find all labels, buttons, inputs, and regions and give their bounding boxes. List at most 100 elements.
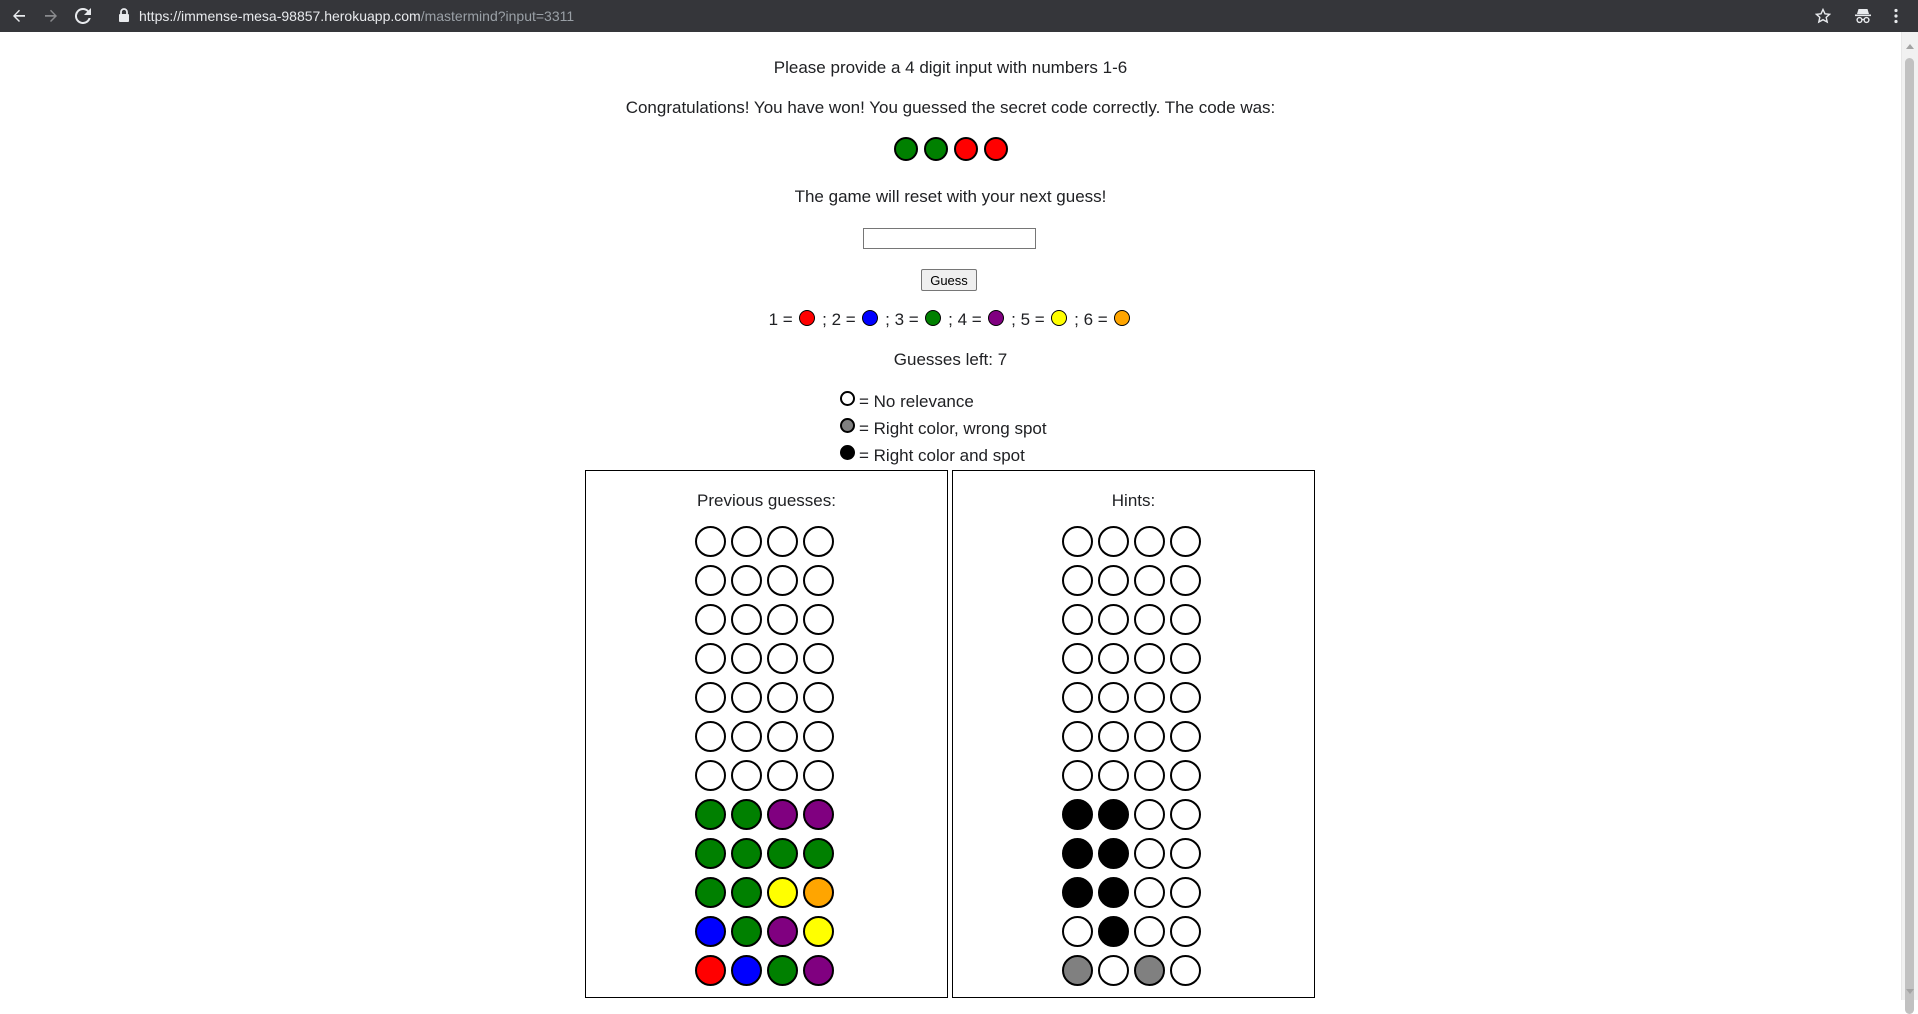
guess-row (695, 643, 839, 682)
hint-peg-white (1062, 721, 1093, 752)
hint-peg-white (1062, 565, 1093, 596)
hint-peg-white (1170, 955, 1201, 986)
hint-peg-white (1134, 799, 1165, 830)
scroll-thumb[interactable] (1905, 58, 1914, 1014)
hint-peg-white (1062, 682, 1093, 713)
code-peg-red (983, 137, 1008, 161)
guess-peg-white (695, 565, 726, 596)
hint-peg-white (1170, 565, 1201, 596)
guess-peg-white (695, 682, 726, 713)
hint-peg-white (1134, 760, 1165, 791)
hint-peg-white (1098, 565, 1129, 596)
guess-button[interactable]: Guess (921, 269, 977, 291)
guess-peg-white (731, 682, 762, 713)
hint-row (1062, 838, 1206, 877)
hint-row (1062, 565, 1206, 604)
hints-title: Hints: (1111, 491, 1156, 510)
guess-peg-green (803, 838, 834, 869)
menu-icon[interactable] (1884, 4, 1908, 28)
hint-row (1062, 643, 1206, 682)
vertical-scrollbar[interactable] (1901, 32, 1918, 1014)
guess-row (695, 838, 839, 877)
guess-row (695, 565, 839, 604)
hint-peg-black (1098, 799, 1129, 830)
guess-peg-white (695, 721, 726, 752)
hint-peg-white (1134, 838, 1165, 869)
guess-row (695, 916, 839, 955)
hint-peg-white (1134, 682, 1165, 713)
scroll-down-icon[interactable] (1906, 989, 1914, 994)
hint-peg-white (1134, 565, 1165, 596)
guess-peg-white (803, 643, 834, 674)
guess-peg-white (803, 760, 834, 791)
url-path: /mastermind?input=3311 (420, 8, 575, 24)
hint-peg-white (1098, 682, 1129, 713)
guess-peg-red (695, 955, 726, 986)
hint-peg-white (1098, 604, 1129, 635)
forward-icon[interactable] (39, 4, 63, 28)
incognito-icon[interactable] (1851, 4, 1875, 28)
guesses-left: Guesses left: 7 (893, 350, 1008, 369)
hint-peg-white (1170, 604, 1201, 635)
guess-peg-white (803, 604, 834, 635)
hint-peg-white (1098, 721, 1129, 752)
hint-peg-white (1170, 760, 1201, 791)
secret-code (0, 137, 1901, 161)
url-host: https://immense-mesa-98857.herokuapp.com (139, 8, 421, 24)
hint-row (1062, 877, 1206, 916)
hint-peg-white (1098, 643, 1129, 674)
guess-peg-white (731, 565, 762, 596)
guess-peg-green (767, 838, 798, 869)
color-legend: 1 = ; 2 = ; 3 = ; 4 = ; 5 = ; 6 = (0, 309, 1901, 330)
guess-peg-green (731, 916, 762, 947)
guess-peg-white (731, 643, 762, 674)
guess-peg-blue (695, 916, 726, 947)
hint-peg-black (1098, 838, 1129, 869)
star-icon[interactable] (1811, 4, 1835, 28)
scroll-up-icon[interactable] (1906, 44, 1914, 49)
hint-peg-black (1062, 877, 1093, 908)
hint-peg-white (1134, 604, 1165, 635)
hint-peg-white (1170, 916, 1201, 947)
guess-peg-white (803, 565, 834, 596)
guess-peg-green (695, 838, 726, 869)
hint-row (1062, 721, 1206, 760)
hint-peg-white (1170, 838, 1201, 869)
guess-peg-white (767, 682, 798, 713)
legend-orange-peg (1114, 309, 1131, 326)
back-icon[interactable] (7, 4, 31, 28)
address-bar[interactable]: https://immense-mesa-98857.herokuapp.com… (139, 7, 574, 25)
reload-icon[interactable] (71, 4, 95, 28)
guess-peg-white (731, 721, 762, 752)
legend-yellow-peg (1051, 309, 1068, 326)
guess-row (695, 526, 839, 565)
input-prompt: Please provide a 4 digit input with numb… (773, 58, 1128, 77)
hint-row (1062, 799, 1206, 838)
hint-legend-label: = No relevance (859, 392, 974, 411)
guess-peg-blue (731, 955, 762, 986)
hint-peg-white (1062, 526, 1093, 557)
hint-row (1062, 526, 1206, 565)
guess-peg-white (767, 565, 798, 596)
guess-peg-white (731, 604, 762, 635)
hints-board: Hints: (952, 470, 1315, 998)
hint-legend-label: = Right color, wrong spot (859, 419, 1047, 438)
hint-row (1062, 760, 1206, 799)
guess-peg-yellow (803, 916, 834, 947)
guess-peg-white (731, 760, 762, 791)
guess-peg-yellow (767, 877, 798, 908)
hint-peg-gray (1062, 955, 1093, 986)
guess-peg-green (695, 799, 726, 830)
color-legend-number: ; 6 = (1069, 310, 1113, 329)
hint-peg-black (1062, 838, 1093, 869)
hint-peg-white (1062, 604, 1093, 635)
guess-row (695, 721, 839, 760)
hint-peg-white (1098, 760, 1129, 791)
guess-row (695, 877, 839, 916)
guess-input[interactable] (863, 228, 1036, 249)
hint-black-peg-icon (840, 445, 855, 461)
hint-peg-white (1170, 643, 1201, 674)
hint-row (1062, 916, 1206, 955)
guess-row (695, 604, 839, 643)
hint-row (1062, 955, 1206, 994)
